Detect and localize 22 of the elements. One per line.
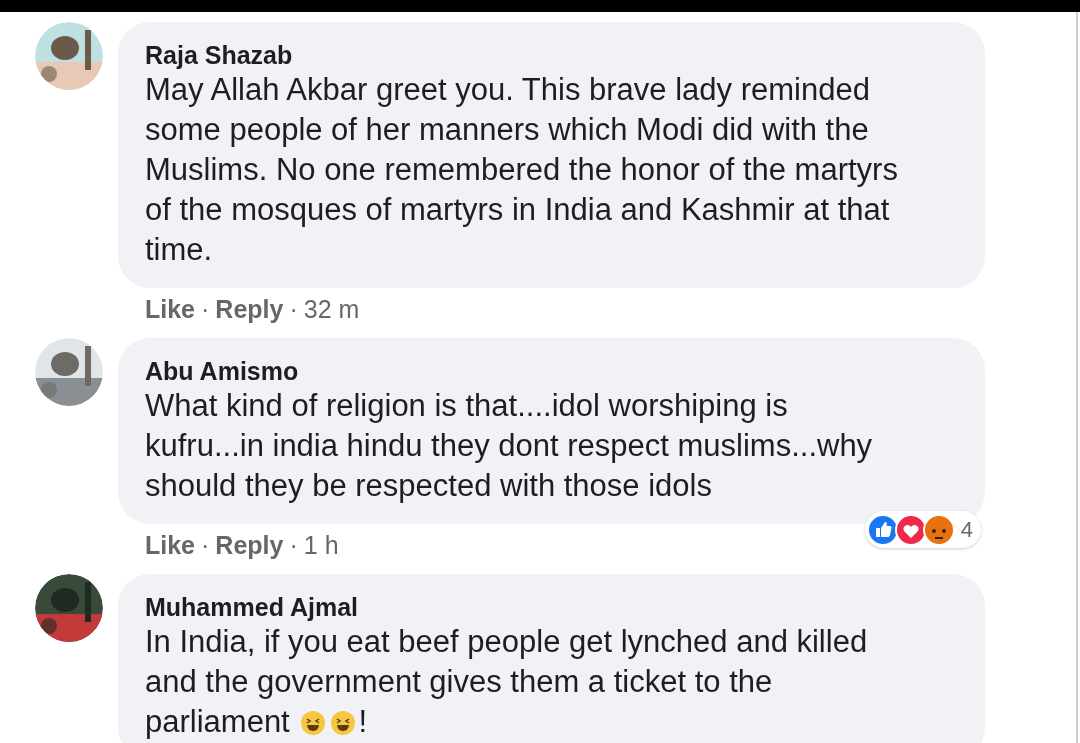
action-link[interactable]: Like bbox=[145, 530, 196, 560]
author-name[interactable]: Abu Amismo bbox=[145, 356, 299, 386]
separator-dot: · bbox=[289, 530, 298, 560]
comment-text: In India, if you eat beef people get lynched and killed and the government gives them a ticket to the parliament ! bbox=[145, 623, 869, 741]
laughing-face-icon bbox=[300, 710, 327, 736]
reaction-count: 4 bbox=[960, 516, 973, 544]
thumbs-up-icon bbox=[866, 513, 899, 546]
timestamp[interactable]: 32 m bbox=[303, 294, 360, 324]
author-name[interactable]: Raja Shazab bbox=[145, 40, 293, 70]
action-link[interactable]: Like bbox=[145, 294, 196, 324]
reactions-badge[interactable]: 4 bbox=[864, 511, 981, 548]
author-name[interactable]: Muhammed Ajmal bbox=[145, 592, 358, 622]
separator-dot: · bbox=[289, 294, 298, 324]
angry-face-icon bbox=[922, 513, 955, 546]
timestamp[interactable]: 1 h bbox=[303, 530, 339, 560]
separator-dot: · bbox=[201, 294, 210, 324]
comment-text: May Allah Akbar greet you. This brave lady reminded some people of her manners which Modi did with the Muslims. No one remembered the honor of the martyrs of the mosques of martyrs in India and Kashmir at that time. bbox=[145, 71, 899, 269]
separator-dot: · bbox=[201, 530, 210, 560]
laughing-face-icon bbox=[330, 710, 357, 736]
action-link[interactable]: Reply bbox=[215, 294, 284, 324]
comment-text: What kind of religion is that....idol worshiping is kufru...in india hindu they dont respect muslims...why should they be respected with those idols bbox=[145, 387, 874, 505]
action-link[interactable]: Reply bbox=[215, 530, 284, 560]
